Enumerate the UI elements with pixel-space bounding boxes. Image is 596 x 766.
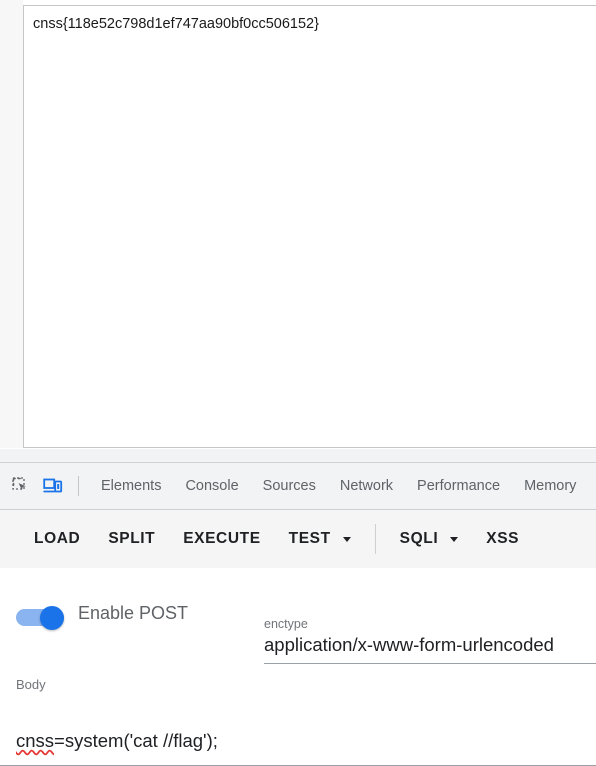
screenshot-root: cnss{118e52c798d1ef747aa90bf0cc506152} E… — [0, 0, 596, 766]
xss-menu-label: XSS — [486, 530, 520, 547]
toolbar-divider — [374, 524, 376, 554]
page-left-gutter — [0, 0, 23, 448]
devtools-tab-sources[interactable]: Sources — [251, 463, 328, 509]
toggle-thumb — [40, 606, 64, 630]
hackbar-form-area: Enable POST enctype application/x-www-fo… — [0, 568, 596, 766]
device-toolbar-icon[interactable] — [40, 473, 66, 499]
test-menu-label: TEST — [288, 530, 331, 547]
load-button[interactable]: LOAD — [20, 520, 94, 558]
test-menu-button[interactable]: TEST — [275, 520, 365, 558]
output-textarea[interactable]: cnss{118e52c798d1ef747aa90bf0cc506152} — [23, 5, 596, 448]
devtools-icon-divider — [78, 476, 79, 496]
enable-post-toggle[interactable] — [16, 606, 68, 630]
sqli-menu-label: SQLI — [399, 530, 439, 547]
split-button-label: SPLIT — [108, 530, 156, 547]
xss-menu-button[interactable]: XSS — [472, 520, 533, 558]
devtools-tab-performance[interactable]: Performance — [405, 463, 512, 509]
execute-button-label: EXECUTE — [183, 530, 261, 547]
split-button[interactable]: SPLIT — [94, 520, 169, 558]
browser-viewport: cnss{118e52c798d1ef747aa90bf0cc506152} — [0, 0, 596, 462]
viewport-bottom-filler — [0, 449, 596, 462]
chevron-down-icon — [342, 536, 351, 542]
enctype-value: application/x-www-form-urlencoded — [264, 634, 554, 655]
body-caption: Body — [16, 677, 46, 692]
chevron-down-icon — [450, 536, 459, 542]
devtools-tab-console[interactable]: Console — [173, 463, 250, 509]
body-field[interactable]: Body cnss=system('cat //flag'); — [0, 676, 596, 766]
body-value-misspelled-word: cnss — [16, 730, 55, 751]
inspect-element-icon[interactable] — [8, 473, 34, 499]
body-value: cnss=system('cat //flag'); — [16, 729, 596, 753]
enable-post-row: Enable POST enctype application/x-www-fo… — [0, 590, 596, 664]
body-value-rest: =system('cat //flag'); — [54, 730, 218, 751]
sqli-menu-button[interactable]: SQLI — [386, 520, 473, 558]
enable-post-label: Enable POST — [78, 603, 189, 623]
enctype-underline — [264, 663, 596, 664]
load-button-label: LOAD — [34, 530, 81, 547]
enctype-field[interactable]: enctype application/x-www-form-urlencode… — [264, 616, 596, 664]
flag-output-text: cnss{118e52c798d1ef747aa90bf0cc506152} — [33, 16, 319, 32]
devtools-tab-elements[interactable]: Elements — [89, 463, 173, 509]
devtools-tab-memory[interactable]: Memory — [512, 463, 588, 509]
devtools-tab-bar: Elements Console Sources Network Perform… — [0, 462, 596, 510]
enctype-caption: enctype — [264, 617, 308, 631]
devtools-tab-network[interactable]: Network — [328, 463, 405, 509]
hackbar-action-toolbar: LOAD SPLIT EXECUTE TEST SQLI XSS — [0, 510, 596, 568]
execute-button[interactable]: EXECUTE — [169, 520, 274, 558]
